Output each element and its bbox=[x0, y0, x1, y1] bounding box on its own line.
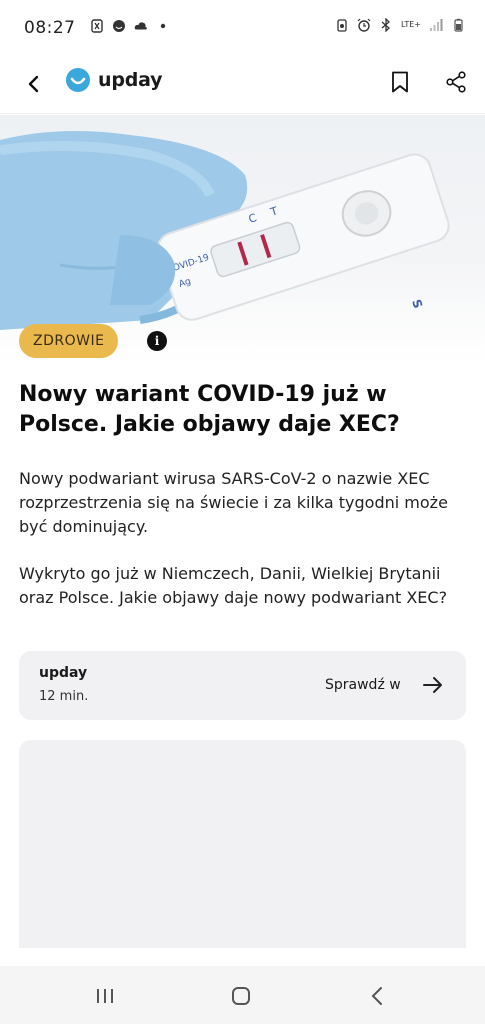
bluetooth-icon bbox=[381, 18, 390, 32]
home-icon bbox=[232, 987, 250, 1005]
back-button[interactable] bbox=[20, 70, 48, 98]
home-button[interactable] bbox=[229, 984, 253, 1008]
lte-icon: LTE+ bbox=[401, 20, 421, 29]
share-button[interactable] bbox=[442, 68, 470, 96]
signal-icon bbox=[430, 19, 443, 31]
source-name: upday bbox=[39, 665, 88, 681]
alarm-icon bbox=[357, 18, 371, 32]
bookmark-button[interactable] bbox=[386, 68, 414, 96]
source-card[interactable]: upday 12 min. Sprawdź w bbox=[19, 651, 466, 720]
upday-logo-icon bbox=[66, 68, 90, 92]
article-lead: Nowy podwariant wirusa SARS-CoV-2 o nazw… bbox=[19, 469, 448, 536]
source-read-time: 12 min. bbox=[39, 689, 89, 704]
info-button[interactable]: i bbox=[147, 331, 167, 351]
system-back-button[interactable] bbox=[365, 984, 389, 1008]
share-icon bbox=[446, 71, 466, 93]
dot-icon bbox=[160, 23, 166, 29]
cloud-icon bbox=[134, 22, 147, 30]
category-badge[interactable]: ZDROWIE bbox=[19, 324, 119, 358]
clock-alarm-icon bbox=[91, 19, 103, 33]
article-headline: Nowy wariant COVID-19 już w Polsce. Jaki… bbox=[19, 382, 400, 437]
status-time: 08:27 bbox=[24, 18, 76, 38]
brand-name: upday bbox=[98, 69, 163, 91]
battery-icon bbox=[454, 18, 463, 32]
bookmark-icon bbox=[392, 71, 408, 93]
chevron-left-icon bbox=[28, 75, 39, 93]
notification-face-icon bbox=[113, 20, 125, 32]
status-bar: 08:27 LTE+ bbox=[0, 0, 485, 56]
article-body: Wykryto go już w Niemczech, Danii, Wielk… bbox=[19, 564, 448, 607]
check-in-label: Sprawdź w bbox=[325, 677, 401, 693]
test-mark-s: S bbox=[409, 298, 425, 311]
content-placeholder bbox=[19, 740, 466, 948]
arrow-right-icon bbox=[423, 677, 442, 693]
system-nav-bar bbox=[0, 966, 485, 1024]
app-header: upday bbox=[0, 56, 485, 114]
status-left-icons bbox=[90, 19, 170, 33]
brand: upday bbox=[66, 68, 163, 92]
battery-saver-icon bbox=[337, 19, 347, 32]
recent-apps-icon bbox=[97, 989, 113, 1003]
status-right-icons: LTE+ bbox=[335, 18, 465, 32]
system-back-icon bbox=[371, 987, 382, 1005]
recent-apps-button[interactable] bbox=[93, 984, 117, 1008]
